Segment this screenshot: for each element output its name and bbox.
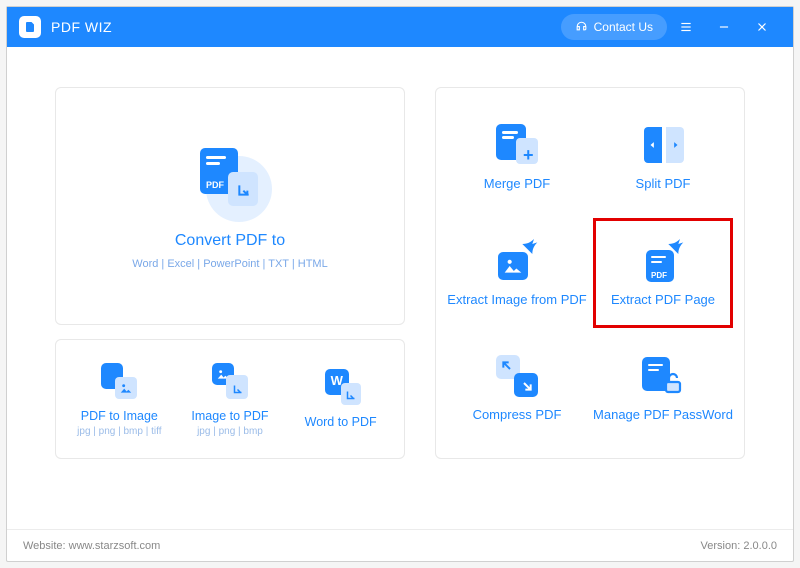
main-content: PDF Convert PDF to Word | Excel | PowerP… xyxy=(7,47,793,529)
compress-pdf-icon xyxy=(494,353,540,399)
app-window: PDF WIZ Contact Us xyxy=(6,6,794,562)
merge-pdf-button[interactable]: + Merge PDF xyxy=(444,100,590,215)
tile-label: Extract Image from PDF xyxy=(447,292,586,309)
convert-pdf-card[interactable]: PDF Convert PDF to Word | Excel | PowerP… xyxy=(55,87,405,325)
compress-pdf-button[interactable]: Compress PDF xyxy=(444,331,590,446)
contact-us-button[interactable]: Contact Us xyxy=(561,14,667,40)
headset-icon xyxy=(575,19,588,35)
manage-password-icon xyxy=(640,353,686,399)
word-to-pdf-icon: W xyxy=(321,367,361,407)
tile-label: Extract PDF Page xyxy=(611,292,715,309)
image-to-pdf-icon xyxy=(210,361,250,401)
tile-label: Split PDF xyxy=(636,176,691,193)
extract-image-button[interactable]: Extract Image from PDF xyxy=(444,215,590,330)
minimize-button[interactable] xyxy=(705,7,743,47)
mini-sub: jpg | png | bmp | tiff xyxy=(77,426,161,437)
menu-button[interactable] xyxy=(667,7,705,47)
mini-tools-card: PDF to Image jpg | png | bmp | tiff Imag… xyxy=(55,339,405,459)
image-to-pdf-button[interactable]: Image to PDF jpg | png | bmp xyxy=(175,361,285,437)
footer: Website: www.starzsoft.com Version: 2.0.… xyxy=(7,529,793,561)
mini-label: Word to PDF xyxy=(305,415,377,429)
tile-label: Merge PDF xyxy=(484,176,550,193)
pdf-to-image-button[interactable]: PDF to Image jpg | png | bmp | tiff xyxy=(65,361,175,437)
convert-pdf-formats: Word | Excel | PowerPoint | TXT | HTML xyxy=(132,258,327,270)
word-to-pdf-button[interactable]: W Word to PDF xyxy=(286,367,396,432)
website-value: www.starzsoft.com xyxy=(69,540,161,552)
split-pdf-button[interactable]: Split PDF xyxy=(590,100,736,215)
convert-pdf-icon: PDF xyxy=(194,142,266,214)
tools-grid: + Merge PDF Split PDF xyxy=(435,87,745,459)
contact-us-label: Contact Us xyxy=(594,20,653,34)
app-logo xyxy=(19,16,41,38)
convert-pdf-title: Convert PDF to xyxy=(175,232,285,250)
merge-pdf-icon: + xyxy=(494,122,540,168)
version-value: 2.0.0.0 xyxy=(743,540,777,552)
website-label: Website: xyxy=(23,540,66,552)
tile-label: Compress PDF xyxy=(473,407,562,424)
mini-label: Image to PDF xyxy=(191,409,268,423)
close-button[interactable] xyxy=(743,7,781,47)
extract-pdf-page-button[interactable]: PDF Extract PDF Page xyxy=(590,215,736,330)
mini-sub: jpg | png | bmp xyxy=(197,426,263,437)
app-title: PDF WIZ xyxy=(51,19,112,35)
extract-image-icon xyxy=(494,238,540,284)
mini-label: PDF to Image xyxy=(81,409,158,423)
pdf-to-image-icon xyxy=(99,361,139,401)
split-pdf-icon xyxy=(640,122,686,168)
extract-page-icon: PDF xyxy=(640,238,686,284)
manage-password-button[interactable]: Manage PDF PassWord xyxy=(590,331,736,446)
version-label: Version: xyxy=(701,540,741,552)
tile-label: Manage PDF PassWord xyxy=(593,407,733,424)
titlebar: PDF WIZ Contact Us xyxy=(7,7,793,47)
